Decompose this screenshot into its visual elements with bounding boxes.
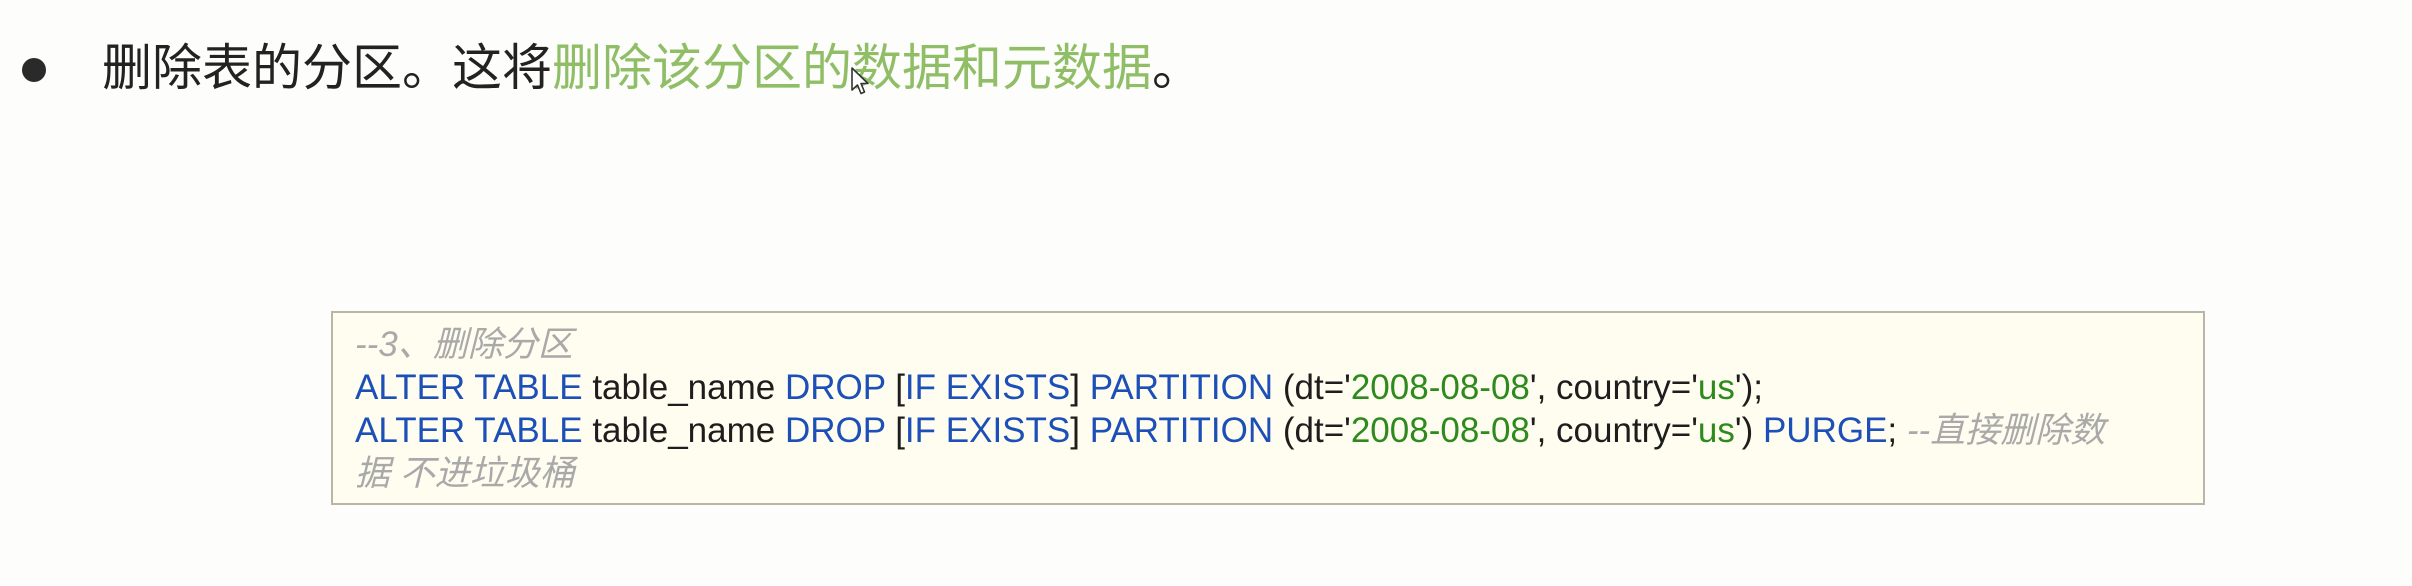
keyword-drop: DROP — [784, 411, 886, 450]
country-value: us — [1697, 368, 1735, 407]
bullet-text: 删除表的分区。这将删除该分区的数据和元数据。 — [102, 28, 1202, 108]
bracket-close: ] — [1070, 368, 1090, 407]
keyword-alter-table: ALTER TABLE — [355, 368, 583, 407]
inline-comment-continued: 据 不进垃圾桶 — [355, 454, 575, 493]
slide: 删除表的分区。这将删除该分区的数据和元数据。 --3、删除分区 ALTER TA… — [0, 0, 2412, 586]
bracket-open: [ — [885, 411, 905, 450]
semicolon: ; — [1887, 411, 1907, 450]
mouse-pointer-icon — [851, 67, 869, 95]
code-block: --3、删除分区 ALTER TABLE table_name DROP [IF… — [331, 311, 2205, 505]
code-comment-line: --3、删除分区 — [355, 323, 2183, 366]
keyword-if-exists: IF EXISTS — [904, 368, 1071, 407]
close-paren: ') — [1734, 411, 1763, 450]
dt-value: 2008-08-08 — [1350, 411, 1530, 450]
dt-value: 2008-08-08 — [1350, 368, 1530, 407]
keyword-purge: PURGE — [1762, 411, 1888, 450]
inline-comment: --直接删除数 — [1906, 411, 2106, 450]
bullet-dot-icon — [22, 58, 46, 82]
country-prefix: ', country=' — [1529, 411, 1698, 450]
code-line-drop-partition: ALTER TABLE table_name DROP [IF EXISTS] … — [355, 366, 2183, 409]
bracket-close: ] — [1070, 411, 1090, 450]
country-value: us — [1697, 411, 1735, 450]
statement-end: '); — [1734, 368, 1763, 407]
dt-prefix: (dt=' — [1273, 411, 1351, 450]
keyword-alter-table: ALTER TABLE — [355, 411, 583, 450]
table-name: table_name — [582, 411, 785, 450]
table-name: table_name — [582, 368, 785, 407]
keyword-partition: PARTITION — [1089, 411, 1274, 450]
code-line-drop-partition-purge: ALTER TABLE table_name DROP [IF EXISTS] … — [355, 409, 2183, 452]
bullet-item: 删除表的分区。这将删除该分区的数据和元数据。 — [22, 28, 1202, 108]
bullet-end-text: 。 — [1152, 40, 1202, 96]
country-prefix: ', country=' — [1529, 368, 1698, 407]
code-comment: --3、删除分区 — [355, 325, 573, 364]
dt-prefix: (dt=' — [1273, 368, 1351, 407]
keyword-drop: DROP — [784, 368, 886, 407]
bullet-normal-text: 删除表的分区。这将 — [102, 40, 552, 96]
bracket-open: [ — [885, 368, 905, 407]
keyword-if-exists: IF EXISTS — [904, 411, 1071, 450]
keyword-partition: PARTITION — [1089, 368, 1274, 407]
code-comment-wrap-line: 据 不进垃圾桶 — [355, 452, 2183, 495]
